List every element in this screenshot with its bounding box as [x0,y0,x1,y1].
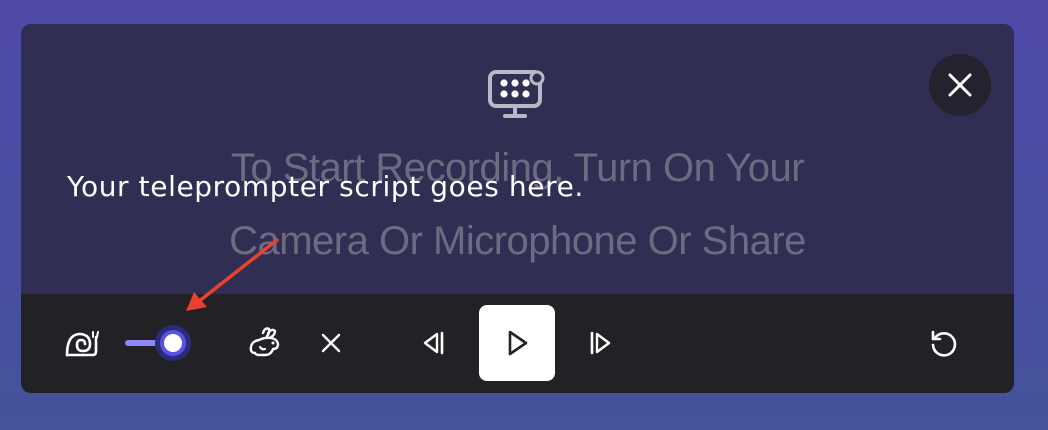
close-button[interactable] [929,54,991,116]
reset-speed-button[interactable] [315,327,347,359]
reset-icon [931,330,957,357]
previous-icon [423,331,444,355]
previous-button[interactable] [414,325,450,361]
close-icon [948,73,972,97]
x-icon [321,333,341,353]
speed-slider-thumb-dot [164,334,182,352]
fast-speed-button[interactable] [247,325,283,361]
recording-hint-line-2: Camera Or Microphone Or Share [229,219,806,263]
play-icon [508,330,528,356]
next-button[interactable] [584,325,620,361]
screen-share-icon [488,70,545,118]
speed-slider[interactable] [121,321,201,365]
teleprompter-toolbar [21,294,1014,393]
next-icon [590,331,611,355]
play-button[interactable] [479,305,555,381]
teleprompter-panel: To Start Recording, Turn On Your Camera … [21,24,1014,393]
restart-button[interactable] [925,325,963,363]
snail-icon [65,331,99,357]
teleprompter-script-text[interactable]: Your teleprompter script goes here. [67,170,584,203]
slow-speed-button[interactable] [63,329,99,359]
rabbit-icon [249,327,280,357]
preview-area: To Start Recording, Turn On Your Camera … [21,24,1014,294]
